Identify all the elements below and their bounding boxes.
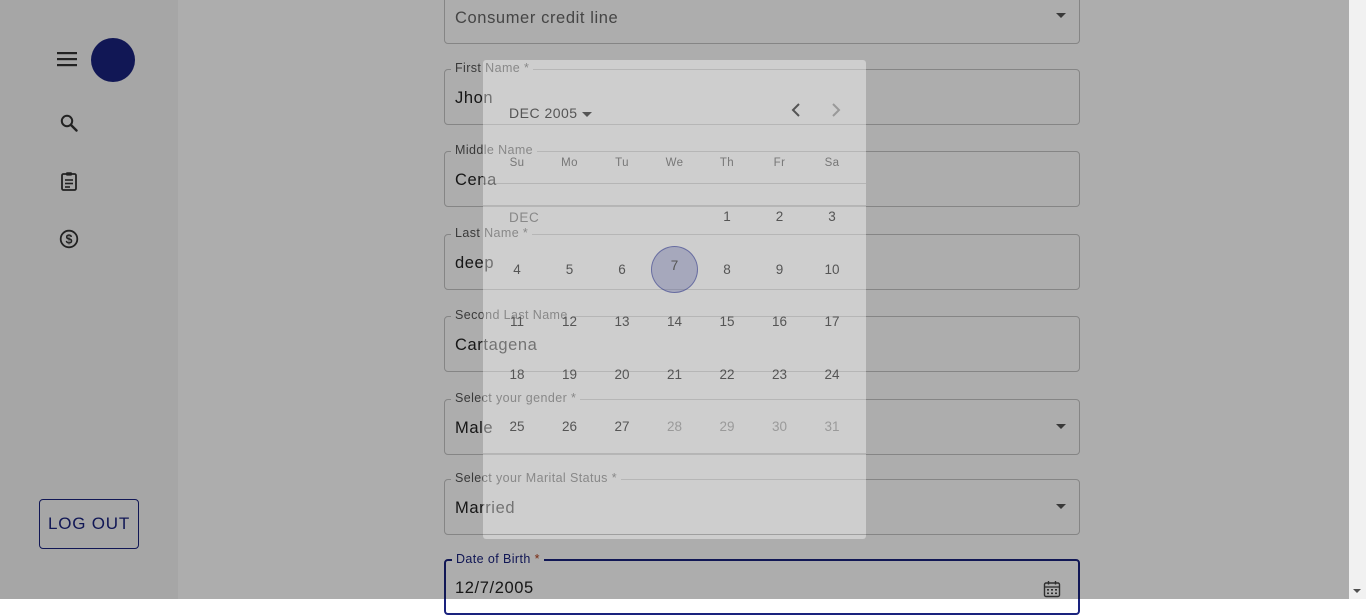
day-11[interactable]: 11 <box>497 302 537 342</box>
day-21[interactable]: 21 <box>655 355 695 395</box>
day-28[interactable]: 28 <box>655 407 695 447</box>
day-15[interactable]: 15 <box>707 302 747 342</box>
day-4[interactable]: 4 <box>497 250 537 290</box>
day-20[interactable]: 20 <box>602 355 642 395</box>
scrollbar[interactable] <box>1349 0 1366 599</box>
weekday-header: Su Mo Tu We Th Fr Sa <box>483 157 866 171</box>
day-1[interactable]: 1 <box>707 197 747 237</box>
weekday-we: We <box>665 157 684 169</box>
month-label: DEC <box>509 210 540 225</box>
day-3[interactable]: 3 <box>812 197 852 237</box>
caret-down-icon <box>581 111 592 117</box>
day-19[interactable]: 19 <box>550 355 590 395</box>
divider <box>483 183 866 184</box>
day-14[interactable]: 14 <box>655 302 695 342</box>
weekday-su: Su <box>509 157 525 169</box>
date-picker-dialog: DEC 2005 Su Mo Tu We Th Fr Sa DEC 1 2 3 4 5 6 7 8 9 10 1… <box>483 60 866 539</box>
weekday-sa: Sa <box>824 157 840 169</box>
day-26[interactable]: 26 <box>550 407 590 447</box>
chevron-left-icon[interactable] <box>784 98 808 122</box>
month-year-label: DEC 2005 <box>509 105 578 121</box>
day-27[interactable]: 27 <box>602 407 642 447</box>
day-10[interactable]: 10 <box>812 250 852 290</box>
divider <box>483 453 866 454</box>
day-24[interactable]: 24 <box>812 355 852 395</box>
month-year-switcher[interactable]: DEC 2005 <box>509 105 592 121</box>
chevron-right-icon[interactable] <box>824 98 848 122</box>
day-22[interactable]: 22 <box>707 355 747 395</box>
day-30[interactable]: 30 <box>760 407 800 447</box>
day-17[interactable]: 17 <box>812 302 852 342</box>
weekday-tu: Tu <box>615 157 629 169</box>
day-13[interactable]: 13 <box>602 302 642 342</box>
day-2[interactable]: 2 <box>760 197 800 237</box>
day-8[interactable]: 8 <box>707 250 747 290</box>
day-7[interactable]: 7 <box>651 246 698 293</box>
divider <box>483 205 866 206</box>
weekday-mo: Mo <box>561 157 578 169</box>
day-9[interactable]: 9 <box>760 250 800 290</box>
day-25[interactable]: 25 <box>497 407 537 447</box>
day-16[interactable]: 16 <box>760 302 800 342</box>
day-12[interactable]: 12 <box>550 302 590 342</box>
day-6[interactable]: 6 <box>602 250 642 290</box>
divider <box>483 534 866 535</box>
day-18[interactable]: 18 <box>497 355 537 395</box>
day-31[interactable]: 31 <box>812 407 852 447</box>
scroll-down-icon[interactable] <box>1353 589 1361 593</box>
day-5[interactable]: 5 <box>550 250 590 290</box>
weekday-fr: Fr <box>773 157 786 169</box>
weekday-th: Th <box>719 157 735 169</box>
day-29[interactable]: 29 <box>707 407 747 447</box>
day-23[interactable]: 23 <box>760 355 800 395</box>
